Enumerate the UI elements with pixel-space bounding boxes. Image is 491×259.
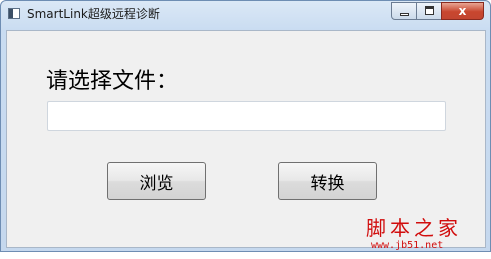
convert-button[interactable]: 转换 [278, 162, 377, 200]
maximize-icon [425, 6, 434, 15]
minimize-icon [400, 13, 409, 16]
close-icon: x [458, 4, 467, 18]
minimize-button[interactable] [391, 2, 417, 20]
window-title: SmartLink超级远程诊断 [27, 7, 160, 21]
select-file-label: 请选择文件： [46, 69, 179, 94]
maximize-button[interactable] [416, 2, 442, 20]
app-icon [8, 8, 20, 19]
watermark-url: www.jb51.net [371, 240, 444, 251]
browse-button[interactable]: 浏览 [107, 162, 206, 200]
close-button[interactable]: x [441, 2, 484, 20]
title-bar[interactable]: SmartLink超级远程诊断 x [1, 1, 490, 30]
watermark-text: 脚本之家 [366, 216, 462, 240]
file-path-input[interactable] [47, 101, 446, 131]
